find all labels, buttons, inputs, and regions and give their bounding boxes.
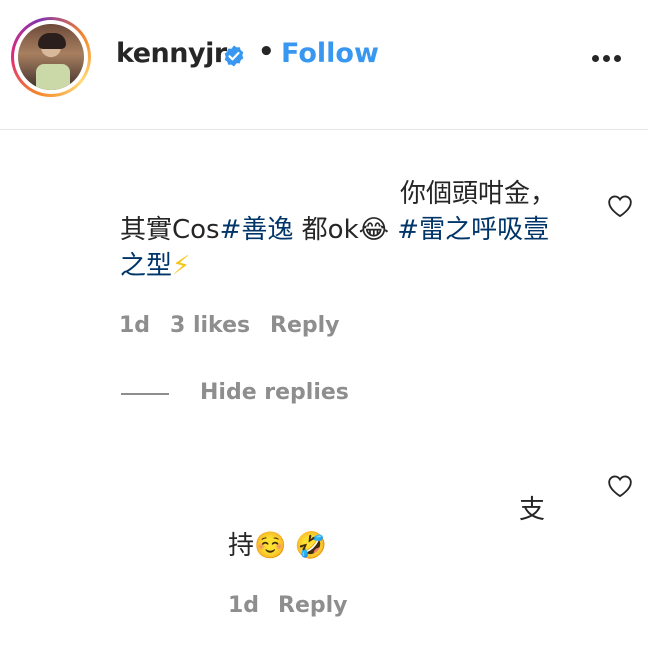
replies-divider <box>121 393 169 395</box>
lightning-emoji: ⚡ <box>172 251 191 281</box>
profile-photo <box>18 24 84 90</box>
comment-line-3: 之型⚡ <box>120 248 190 284</box>
comment-line-1: 你個頭咁金， <box>400 179 557 209</box>
more-options-icon[interactable] <box>590 52 622 66</box>
reply-time: 1d <box>228 593 260 618</box>
heart-outline-icon[interactable] <box>607 194 633 218</box>
hashtag-link-continued[interactable]: 之型 <box>120 251 172 281</box>
avatar[interactable] <box>11 17 91 97</box>
follow-button[interactable]: Follow <box>281 38 379 69</box>
reply-line-1: 支 <box>519 495 546 525</box>
reply-line-2: 持☺️ 🤣 <box>228 531 328 561</box>
username[interactable]: kennyjr <box>116 38 227 69</box>
reply-button[interactable]: Reply <box>278 593 348 618</box>
likes-count[interactable]: 3 likes <box>170 313 250 338</box>
verified-badge-icon <box>224 45 244 67</box>
hashtag-link[interactable]: #雷之呼吸壹 <box>397 215 549 245</box>
separator-dot: • <box>258 37 275 67</box>
heart-outline-icon[interactable] <box>607 474 633 498</box>
reply-button[interactable]: Reply <box>270 313 340 338</box>
hide-replies-button[interactable]: Hide replies <box>200 380 349 405</box>
comment-time: 1d <box>119 313 151 338</box>
post-header: kennyjr • Follow <box>0 0 648 130</box>
hashtag-link[interactable]: #善逸 <box>220 215 294 245</box>
comment-line-2: 其實Cos#善逸 都ok😂 #雷之呼吸壹 <box>120 215 550 245</box>
